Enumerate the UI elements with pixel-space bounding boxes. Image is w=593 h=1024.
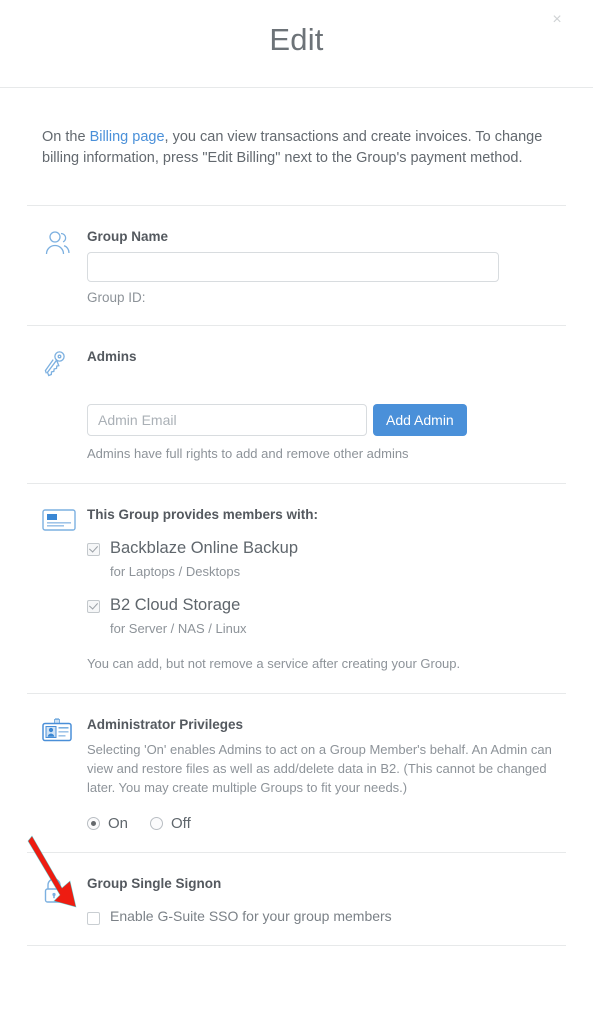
services-note: You can add, but not remove a service af… bbox=[87, 656, 461, 671]
service-sublabel: for Laptops / Desktops bbox=[110, 564, 241, 579]
billing-page-link[interactable]: Billing page bbox=[90, 129, 165, 145]
administrator-privileges-description: Selecting 'On' enables Admins to act on … bbox=[87, 742, 552, 795]
group-single-signon-section: Group Single Signon Enable G-Suite SSO f… bbox=[27, 853, 566, 945]
service-name: Backblaze Online Backup bbox=[110, 539, 299, 557]
administrator-privileges-radio-group: On Off bbox=[87, 815, 556, 832]
admins-section: Admins Add Admin Admins have full rights… bbox=[27, 326, 566, 483]
keys-icon bbox=[27, 348, 87, 383]
close-icon[interactable]: × bbox=[547, 10, 567, 30]
administrator-privileges-label: Administrator Privileges bbox=[87, 717, 244, 732]
sso-checkbox-label: Enable G-Suite SSO for your group member… bbox=[110, 908, 392, 924]
admin-email-input[interactable] bbox=[87, 404, 367, 436]
group-name-section: Group Name Group ID: bbox=[27, 206, 566, 325]
page-title: Edit bbox=[269, 22, 324, 57]
administrator-privileges-section: Administrator Privileges Selecting 'On' … bbox=[27, 694, 566, 852]
add-admin-button[interactable]: Add Admin bbox=[373, 404, 467, 436]
billing-intro-text: On the Billing page, you can view transa… bbox=[27, 103, 566, 191]
group-single-signon-label: Group Single Signon bbox=[87, 876, 222, 891]
services-section: This Group provides members with: Backbl… bbox=[27, 484, 566, 693]
modal-body: On the Billing page, you can view transa… bbox=[0, 103, 593, 946]
service-item[interactable]: Backblaze Online Backup for Laptops / De… bbox=[87, 538, 556, 581]
backblaze-card-icon bbox=[27, 506, 87, 537]
admins-help-text: Admins have full rights to add and remov… bbox=[87, 446, 409, 461]
service-sublabel: for Server / NAS / Linux bbox=[110, 621, 247, 636]
lock-icon bbox=[27, 875, 87, 910]
group-id-label: Group ID: bbox=[87, 290, 146, 305]
service-item[interactable]: B2 Cloud Storage for Server / NAS / Linu… bbox=[87, 595, 556, 638]
group-name-label: Group Name bbox=[87, 229, 169, 244]
services-label: This Group provides members with: bbox=[87, 507, 319, 522]
service-checkbox-b2-cloud-storage[interactable] bbox=[87, 600, 100, 613]
id-badge-icon bbox=[27, 716, 87, 749]
admins-label: Admins bbox=[87, 349, 137, 364]
radio-label-off: Off bbox=[171, 815, 191, 832]
radio-label-on: On bbox=[108, 815, 129, 832]
group-people-icon bbox=[27, 228, 87, 261]
service-checkbox-backblaze-online-backup[interactable] bbox=[87, 543, 100, 556]
sso-checkbox-row[interactable]: Enable G-Suite SSO for your group member… bbox=[87, 907, 556, 925]
header-divider bbox=[0, 87, 593, 88]
intro-before-link: On the bbox=[42, 128, 90, 145]
section-divider bbox=[27, 945, 566, 946]
radio-on-icon[interactable] bbox=[87, 817, 100, 830]
modal-header: Edit × bbox=[0, 0, 593, 88]
radio-off-icon[interactable] bbox=[150, 817, 164, 830]
radio-option-on[interactable]: On bbox=[87, 815, 128, 832]
group-name-input[interactable] bbox=[87, 252, 499, 282]
radio-option-off[interactable]: Off bbox=[150, 815, 191, 832]
admin-entry-row: Add Admin bbox=[87, 404, 556, 436]
sso-checkbox[interactable] bbox=[87, 912, 100, 925]
service-name: B2 Cloud Storage bbox=[110, 596, 241, 614]
